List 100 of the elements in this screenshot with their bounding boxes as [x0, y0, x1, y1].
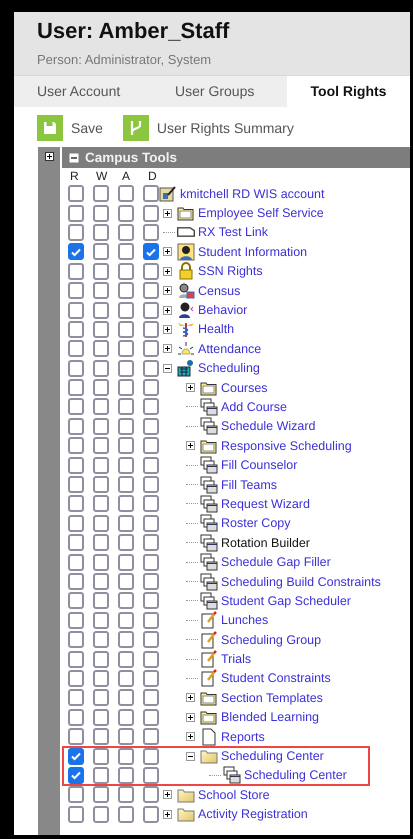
checkbox[interactable] [93, 786, 109, 804]
checkbox[interactable] [143, 398, 159, 416]
checkbox[interactable] [68, 418, 84, 435]
checkbox[interactable] [118, 456, 134, 474]
checkbox[interactable] [143, 476, 159, 494]
minus-icon[interactable] [69, 152, 79, 162]
tool-link[interactable]: Schedule Gap Filler [221, 555, 331, 570]
checkbox[interactable] [143, 806, 159, 823]
toolbar-button[interactable]: Save [63, 120, 123, 136]
checkbox[interactable] [68, 360, 84, 377]
checkbox[interactable] [143, 612, 159, 629]
checkbox[interactable] [93, 670, 109, 687]
checkbox[interactable] [118, 320, 134, 338]
checkbox[interactable] [118, 728, 134, 746]
checkbox[interactable] [93, 554, 109, 571]
checkbox[interactable] [118, 302, 134, 319]
checkbox[interactable] [93, 185, 109, 202]
checkbox[interactable] [93, 514, 109, 532]
checkbox[interactable] [143, 689, 159, 706]
expand-icon[interactable] [163, 286, 172, 296]
checkbox[interactable] [118, 514, 134, 532]
checkbox[interactable] [143, 554, 159, 571]
expand-icon[interactable] [186, 712, 195, 722]
checkbox[interactable] [143, 302, 159, 319]
checkbox[interactable] [68, 262, 84, 280]
tool-link[interactable]: Scheduling [198, 361, 260, 376]
checkbox[interactable] [118, 243, 134, 260]
checkbox[interactable] [93, 728, 109, 746]
expand-icon[interactable] [186, 383, 195, 392]
tool-link[interactable]: Add Course [221, 400, 288, 414]
checkbox[interactable] [118, 476, 134, 494]
checkbox[interactable] [68, 437, 84, 454]
checkbox[interactable] [93, 204, 109, 222]
tool-link[interactable]: Census [198, 284, 240, 298]
checkbox[interactable] [118, 631, 134, 648]
checkbox[interactable] [93, 495, 109, 512]
checkbox[interactable] [68, 379, 84, 396]
tool-link[interactable]: Employee Self Service [198, 206, 324, 220]
checkbox[interactable] [68, 224, 84, 241]
checkbox[interactable] [118, 379, 134, 396]
checkbox[interactable] [143, 631, 159, 648]
checkbox[interactable] [68, 340, 84, 358]
checkbox[interactable] [68, 650, 84, 668]
checkbox[interactable] [143, 728, 159, 746]
tool-link[interactable]: Attendance [198, 342, 262, 356]
checkbox[interactable] [68, 592, 84, 610]
checkbox[interactable] [118, 554, 134, 571]
checkbox[interactable] [93, 340, 109, 358]
checkbox[interactable] [68, 456, 84, 474]
tool-link[interactable]: Trials [221, 652, 252, 666]
checkbox[interactable] [143, 670, 159, 687]
checkbox[interactable] [143, 534, 159, 552]
expand-icon[interactable] [163, 324, 172, 334]
checkbox[interactable] [68, 554, 84, 571]
checkbox[interactable] [93, 302, 109, 319]
checkbox[interactable] [118, 437, 134, 454]
checkbox[interactable] [93, 379, 109, 396]
tool-link[interactable]: SSN Rights [198, 264, 263, 278]
checkbox[interactable] [143, 282, 159, 300]
tool-link[interactable]: School Store [198, 788, 270, 802]
collapse-icon[interactable] [186, 752, 195, 761]
checkbox[interactable] [68, 320, 84, 338]
checkbox[interactable] [93, 437, 109, 454]
expand-icon[interactable] [163, 306, 172, 315]
checkbox[interactable] [68, 243, 84, 260]
tool-link[interactable]: Scheduling Group [221, 632, 322, 647]
checkbox[interactable] [143, 224, 159, 241]
tool-link[interactable]: Responsive Scheduling [221, 438, 352, 453]
checkbox[interactable] [118, 650, 134, 668]
checkbox[interactable] [143, 495, 159, 512]
checkbox[interactable] [68, 573, 84, 590]
checkbox[interactable] [143, 708, 159, 726]
toolbar-button[interactable]: User Rights Summary [148, 120, 314, 136]
tool-link[interactable]: Activity Registration [198, 807, 308, 822]
checkbox[interactable] [93, 456, 109, 474]
checkbox[interactable] [118, 806, 134, 823]
checkbox[interactable] [93, 612, 109, 629]
checkbox[interactable] [93, 534, 109, 552]
tool-link[interactable]: Schedule Wizard [221, 419, 316, 434]
tool-link[interactable]: Student Constraints [221, 671, 331, 686]
checkbox[interactable] [143, 204, 159, 222]
checkbox[interactable] [93, 766, 109, 784]
tool-link[interactable]: Section Templates [221, 690, 323, 705]
checkbox[interactable] [143, 379, 159, 396]
expand-icon[interactable] [163, 810, 172, 819]
checkbox[interactable] [118, 534, 134, 552]
checkbox[interactable] [118, 185, 134, 202]
checkbox[interactable] [68, 612, 84, 629]
checkbox[interactable] [68, 766, 84, 784]
checkbox[interactable] [93, 320, 109, 338]
expand-icon[interactable] [163, 266, 172, 276]
checkbox[interactable] [143, 243, 159, 260]
tool-link[interactable]: Courses [221, 380, 268, 395]
checkbox[interactable] [68, 689, 84, 706]
tool-link[interactable]: Student Information [198, 244, 308, 259]
checkbox[interactable] [68, 631, 84, 648]
checkbox[interactable] [68, 728, 84, 746]
expand-icon[interactable] [186, 441, 195, 450]
checkbox[interactable] [68, 398, 84, 416]
checkbox[interactable] [143, 320, 159, 338]
